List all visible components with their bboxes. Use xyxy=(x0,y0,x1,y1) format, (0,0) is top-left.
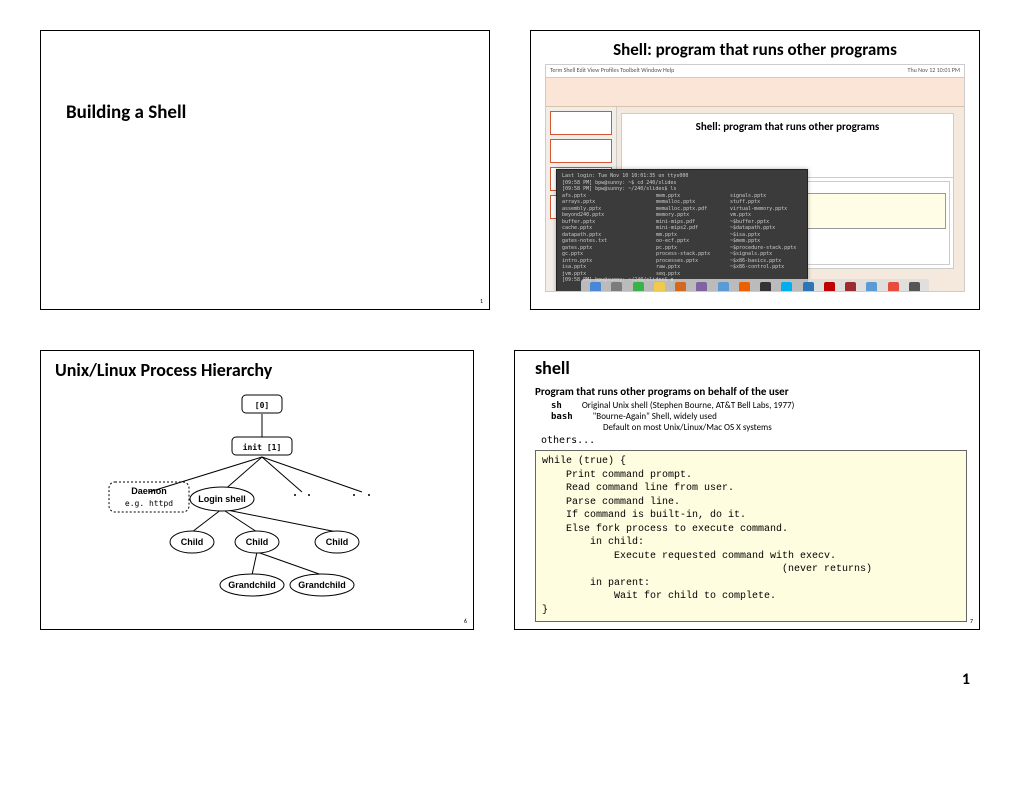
edge xyxy=(262,457,302,492)
ppt-thumb xyxy=(550,111,612,135)
ppt-ribbon xyxy=(546,78,964,107)
slide4-title: shell xyxy=(535,357,967,379)
slide-row-1: Building a Shell 1 Shell: program that r… xyxy=(40,30,980,310)
shell-list: sh Original Unix shell (Stephen Bourne, A… xyxy=(551,400,967,433)
menubar-right: Thu Nov 12 10:01 PM xyxy=(908,66,960,76)
dock-icon xyxy=(611,282,622,293)
slide-shell-definition: shell Program that runs other programs o… xyxy=(514,350,980,630)
slide3-title: Unix/Linux Process Hierarchy xyxy=(41,351,473,387)
dock-icon xyxy=(824,282,835,293)
bash-term: bash xyxy=(551,412,573,422)
process-hierarchy-diagram: [0] init [1] Daemon e.g. httpd Login she… xyxy=(77,387,437,617)
others-label: others... xyxy=(541,435,967,446)
terminal-header: Last login: Tue Nov 10 10:01:35 on ttys0… xyxy=(562,173,802,193)
gc1-label: Grandchild xyxy=(228,580,276,590)
slide-shell-program-screenshot: Shell: program that runs other programs … xyxy=(530,30,980,310)
mac-menubar: Term Shell Edit View Profiles Toolbelt W… xyxy=(546,65,964,78)
handout-page: Building a Shell 1 Shell: program that r… xyxy=(40,30,980,689)
dock-icon xyxy=(866,282,877,293)
mac-dock xyxy=(581,279,929,292)
sh-term: sh xyxy=(551,401,562,411)
edge xyxy=(192,509,222,532)
slide4-subtitle: Program that runs other programs on beha… xyxy=(535,385,967,398)
dock-icon xyxy=(888,282,899,293)
inner-slide-title: Shell: program that runs other programs xyxy=(632,120,943,133)
slide-building-a-shell: Building a Shell 1 xyxy=(40,30,490,310)
slide-process-hierarchy: Unix/Linux Process Hierarchy [0] init [1… xyxy=(40,350,474,630)
slide1-number: 1 xyxy=(480,297,483,305)
slide2-title: Shell: program that runs other programs xyxy=(531,31,979,64)
menubar-left: Term Shell Edit View Profiles Toolbelt W… xyxy=(550,66,674,76)
edge xyxy=(257,552,322,575)
edge xyxy=(252,552,257,575)
desktop-screenshot: Term Shell Edit View Profiles Toolbelt W… xyxy=(545,64,965,292)
dock-icon xyxy=(675,282,686,293)
slide1-title: Building a Shell xyxy=(41,31,489,124)
dock-icon xyxy=(909,282,920,293)
terminal-col1: afs.pptx arrays.pptx assembly.pptx beyon… xyxy=(562,193,652,278)
dock-icon xyxy=(654,282,665,293)
dock-icon xyxy=(696,282,707,293)
slide-row-2: Unix/Linux Process Hierarchy [0] init [1… xyxy=(40,350,980,630)
daemon-sub: e.g. httpd xyxy=(125,499,173,508)
daemon-title: Daemon xyxy=(131,486,167,496)
page-number: 1 xyxy=(40,670,980,689)
terminal-col2: mem.pptx memalloc.pptx memalloc.pptx.pdf… xyxy=(656,193,726,278)
child1-label: Child xyxy=(181,537,204,547)
child2-label: Child xyxy=(246,537,269,547)
terminal-window: Last login: Tue Nov 10 10:01:35 on ttys0… xyxy=(556,169,808,292)
bash-desc: "Bourne-Again" Shell, widely used xyxy=(593,411,717,422)
edge xyxy=(262,457,362,492)
dock-icon xyxy=(633,282,644,293)
dock-icon xyxy=(803,282,814,293)
sh-desc: Original Unix shell (Stephen Bourne, AT&… xyxy=(582,400,795,411)
ppt-thumb xyxy=(550,139,612,163)
dock-icon xyxy=(781,282,792,293)
dock-icon xyxy=(590,282,601,293)
child3-label: Child xyxy=(326,537,349,547)
dock-icon xyxy=(845,282,856,293)
dock-icon xyxy=(718,282,729,293)
node-init-label: init [1] xyxy=(243,442,282,452)
dock-icon xyxy=(760,282,771,293)
login-label: Login shell xyxy=(198,494,246,504)
node-root-label: [0] xyxy=(255,401,269,410)
slide4-number: 7 xyxy=(970,617,973,625)
ppt-workspace: Shell: program that runs other programs … xyxy=(546,107,964,292)
terminal-col3: signals.pptx stuff.pptx virtual-memory.p… xyxy=(730,193,800,278)
default-note: Default on most Unix/Linux/Mac OS X syst… xyxy=(603,422,967,433)
slide3-number: 6 xyxy=(464,617,467,625)
shell-pseudocode: while (true) { Print command prompt. Rea… xyxy=(535,450,967,622)
dock-icon xyxy=(739,282,750,293)
gc2-label: Grandchild xyxy=(298,580,346,590)
